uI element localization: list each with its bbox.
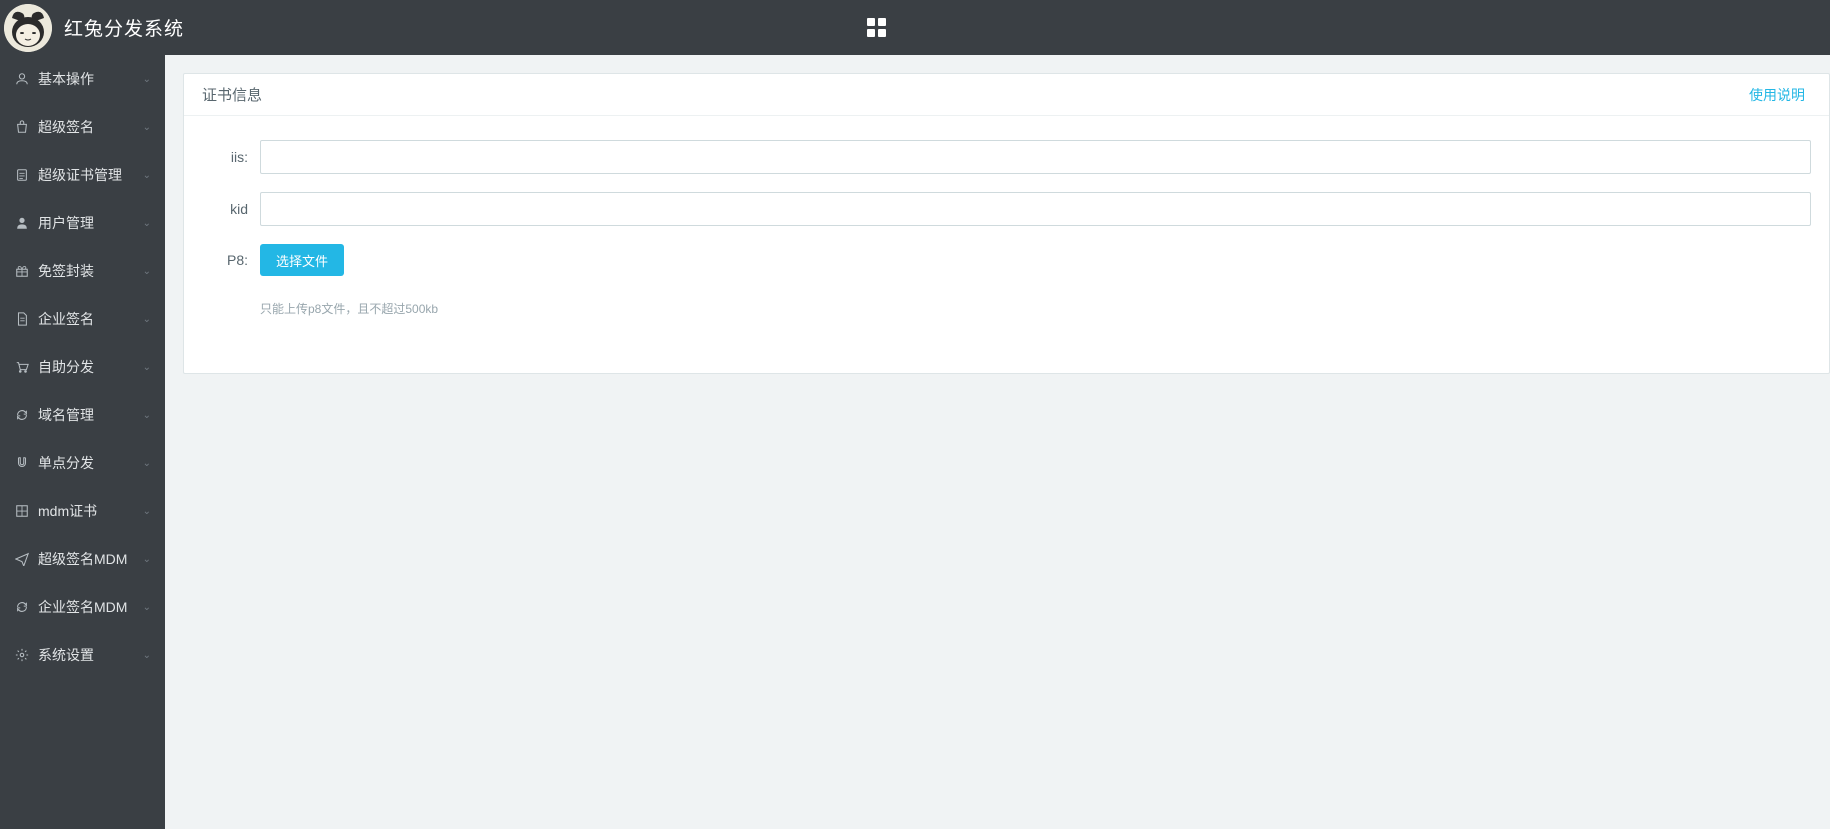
sidebar-item-label: 超级签名 bbox=[38, 117, 143, 137]
logo-avatar bbox=[4, 4, 52, 52]
sidebar-item-enterprise-sign[interactable]: 企业签名 ⌄ bbox=[0, 295, 165, 343]
gear-icon bbox=[14, 647, 30, 663]
grid-icon bbox=[14, 503, 30, 519]
chevron-down-icon: ⌄ bbox=[143, 266, 151, 277]
chevron-down-icon: ⌄ bbox=[143, 218, 151, 229]
plane-icon bbox=[14, 551, 30, 567]
card-body: iis: kid P8: 选择文件 只能上传p8文件，且不超过500kb bbox=[184, 116, 1829, 373]
iis-input[interactable] bbox=[260, 140, 1811, 174]
sidebar-item-label: 超级签名MDM bbox=[38, 549, 143, 569]
chevron-down-icon: ⌄ bbox=[143, 74, 151, 85]
sidebar-item-super-sign-mdm[interactable]: 超级签名MDM ⌄ bbox=[0, 535, 165, 583]
chevron-down-icon: ⌄ bbox=[143, 554, 151, 565]
magnet-icon bbox=[14, 455, 30, 471]
sidebar-item-label: 企业签名 bbox=[38, 309, 143, 329]
card-title: 证书信息 bbox=[202, 84, 262, 105]
apps-grid-icon[interactable] bbox=[867, 18, 886, 37]
sidebar-item-label: 用户管理 bbox=[38, 213, 143, 233]
sidebar-item-domain-mgmt[interactable]: 域名管理 ⌄ bbox=[0, 391, 165, 439]
iis-row: iis: bbox=[202, 140, 1811, 174]
kid-row: kid bbox=[202, 192, 1811, 226]
sidebar-item-self-distribute[interactable]: 自助分发 ⌄ bbox=[0, 343, 165, 391]
cert-info-card: 证书信息 使用说明 iis: kid P8: 选择文件 只能上传p8文件，且不超… bbox=[183, 73, 1830, 374]
p8-label: P8: bbox=[202, 244, 260, 268]
chevron-down-icon: ⌄ bbox=[143, 314, 151, 325]
sidebar-item-label: mdm证书 bbox=[38, 501, 143, 521]
bag-icon bbox=[14, 119, 30, 135]
app-title: 红兔分发系统 bbox=[64, 14, 184, 41]
chevron-down-icon: ⌄ bbox=[143, 506, 151, 517]
p8-row: P8: 选择文件 只能上传p8文件，且不超过500kb bbox=[202, 244, 1811, 317]
sidebar-item-label: 单点分发 bbox=[38, 453, 143, 473]
sidebar-item-cert-mgmt[interactable]: 超级证书管理 ⌄ bbox=[0, 151, 165, 199]
app-header: 红兔分发系统 bbox=[0, 0, 1830, 55]
user-icon bbox=[14, 71, 30, 87]
cart-icon bbox=[14, 359, 30, 375]
iis-label: iis: bbox=[202, 149, 260, 165]
sidebar-item-enterprise-sign-mdm[interactable]: 企业签名MDM ⌄ bbox=[0, 583, 165, 631]
chevron-down-icon: ⌄ bbox=[143, 410, 151, 421]
sidebar-item-mdm-cert[interactable]: mdm证书 ⌄ bbox=[0, 487, 165, 535]
sidebar-item-single-distribute[interactable]: 单点分发 ⌄ bbox=[0, 439, 165, 487]
choose-file-button[interactable]: 选择文件 bbox=[260, 244, 344, 276]
sidebar-item-user-mgmt[interactable]: 用户管理 ⌄ bbox=[0, 199, 165, 247]
refresh-icon bbox=[14, 407, 30, 423]
kid-input[interactable] bbox=[260, 192, 1811, 226]
refresh-icon bbox=[14, 599, 30, 615]
chevron-down-icon: ⌄ bbox=[143, 650, 151, 661]
sidebar-item-basic-ops[interactable]: 基本操作 ⌄ bbox=[0, 55, 165, 103]
sidebar-item-label: 自助分发 bbox=[38, 357, 143, 377]
clipboard-icon bbox=[14, 167, 30, 183]
chevron-down-icon: ⌄ bbox=[143, 458, 151, 469]
sidebar-item-label: 系统设置 bbox=[38, 645, 143, 665]
sidebar-item-label: 免签封装 bbox=[38, 261, 143, 281]
doc-icon bbox=[14, 311, 30, 327]
card-header: 证书信息 使用说明 bbox=[184, 74, 1829, 116]
kid-label: kid bbox=[202, 201, 260, 217]
chevron-down-icon: ⌄ bbox=[143, 602, 151, 613]
gift-icon bbox=[14, 263, 30, 279]
chevron-down-icon: ⌄ bbox=[143, 170, 151, 181]
upload-hint: 只能上传p8文件，且不超过500kb bbox=[260, 300, 438, 317]
sidebar-item-super-sign[interactable]: 超级签名 ⌄ bbox=[0, 103, 165, 151]
sidebar-item-label: 超级证书管理 bbox=[38, 165, 143, 185]
usage-instructions-link[interactable]: 使用说明 bbox=[1749, 85, 1811, 105]
person-icon bbox=[14, 215, 30, 231]
sidebar-item-label: 域名管理 bbox=[38, 405, 143, 425]
main-content: 证书信息 使用说明 iis: kid P8: 选择文件 只能上传p8文件，且不超… bbox=[165, 55, 1830, 829]
sidebar-item-label: 基本操作 bbox=[38, 69, 143, 89]
chevron-down-icon: ⌄ bbox=[143, 122, 151, 133]
sidebar-item-system-settings[interactable]: 系统设置 ⌄ bbox=[0, 631, 165, 679]
sidebar-item-noSign-pkg[interactable]: 免签封装 ⌄ bbox=[0, 247, 165, 295]
sidebar: 基本操作 ⌄ 超级签名 ⌄ 超级证书管理 ⌄ 用户管理 ⌄ 免签封装 ⌄ 企业签 bbox=[0, 55, 165, 829]
sidebar-item-label: 企业签名MDM bbox=[38, 597, 143, 617]
chevron-down-icon: ⌄ bbox=[143, 362, 151, 373]
